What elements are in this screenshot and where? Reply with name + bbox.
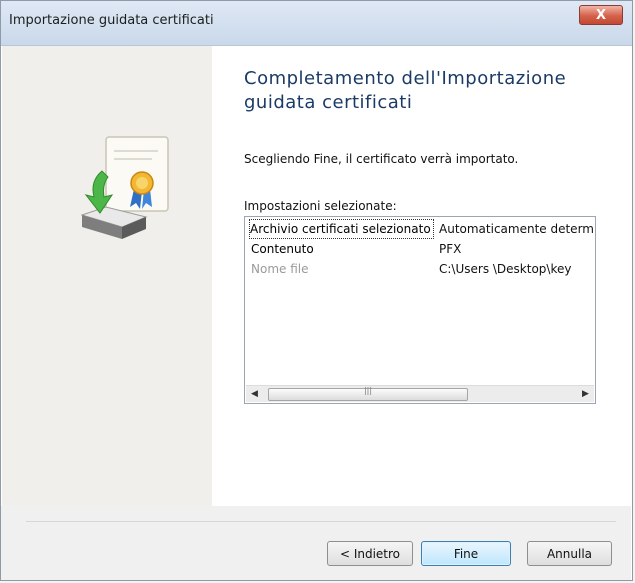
finish-button[interactable]: Fine: [421, 541, 511, 566]
page-title: Completamento dell'Importazione guidata …: [244, 68, 567, 113]
scroll-left-icon[interactable]: ◀: [246, 386, 263, 402]
title-bar: Importazione guidata certificati X: [1, 1, 632, 46]
certificate-import-icon: [80, 136, 169, 239]
horizontal-scrollbar[interactable]: ◀ ||| ▶: [246, 385, 594, 402]
setting-value: C:\Users \Desktop\key: [439, 262, 572, 276]
settings-label: Impostazioni selezionate:: [244, 199, 397, 213]
grip-icon: |||: [363, 386, 373, 395]
scroll-right-icon[interactable]: ▶: [577, 386, 594, 402]
close-button[interactable]: X: [579, 5, 623, 25]
settings-list[interactable]: Archivio certificati selezionato Automat…: [244, 216, 596, 404]
setting-name: Contenuto: [251, 242, 314, 256]
setting-value: PFX: [439, 242, 462, 256]
footer-divider: [26, 521, 616, 522]
cancel-button[interactable]: Annulla: [527, 541, 612, 566]
settings-row[interactable]: Nome file C:\Users \Desktop\key: [245, 260, 595, 279]
setting-value: Automaticamente determinato: [439, 222, 593, 236]
window-title: Importazione guidata certificati: [9, 13, 214, 28]
wizard-side-panel: [2, 46, 212, 506]
settings-row[interactable]: Archivio certificati selezionato Automat…: [245, 219, 595, 239]
intro-text: Scegliendo Fine, il certificato verrà im…: [244, 152, 519, 166]
setting-name: Nome file: [251, 262, 309, 276]
back-button[interactable]: < Indietro: [327, 541, 413, 566]
scrollbar-thumb[interactable]: |||: [268, 386, 468, 401]
settings-row[interactable]: Contenuto PFX: [245, 240, 595, 259]
setting-name: Archivio certificati selezionato: [249, 219, 434, 239]
close-icon: X: [595, 7, 607, 23]
